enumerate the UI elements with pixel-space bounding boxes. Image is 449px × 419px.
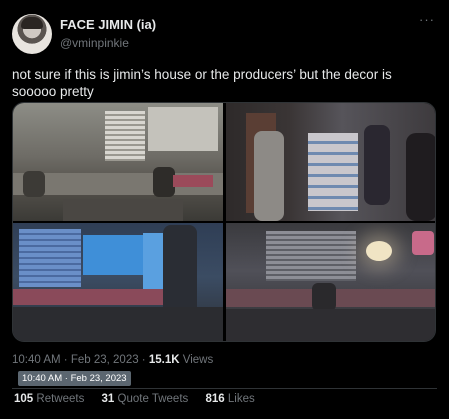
likes-label: Likes (227, 393, 255, 405)
meta-separator: · (138, 354, 149, 366)
views-count: 15.1K (148, 354, 180, 366)
retweets-label: Retweets (36, 393, 85, 405)
more-icon[interactable]: ··· (419, 12, 435, 27)
quote-tweets-stat[interactable]: 31 Quote Tweets (102, 393, 189, 405)
tweet-header: FACE JIMIN (ia) @vminpinkie ··· (12, 12, 437, 54)
media-grid (12, 102, 436, 342)
tweet-text: not sure if this is jimin’s house or the… (12, 67, 392, 99)
quote-tweets-label: Quote Tweets (117, 393, 189, 405)
photo-3[interactable] (13, 223, 223, 341)
tweet-meta: 10:40 AM · Feb 23, 2023 · 15.1K Views (12, 354, 213, 366)
avatar[interactable] (12, 14, 52, 54)
photo-4[interactable] (226, 223, 435, 341)
views-label: Views (179, 354, 214, 366)
retweets-stat[interactable]: 105 Retweets (14, 393, 84, 405)
timestamp-tooltip: 10:40 AM · Feb 23, 2023 (18, 371, 131, 386)
quote-tweets-count: 31 (101, 393, 115, 405)
likes-stat[interactable]: 816 Likes (205, 393, 254, 405)
tweet-time[interactable]: 10:40 AM (12, 354, 61, 366)
meta-separator: · (60, 354, 71, 366)
engagement-stats: 105 Retweets 31 Quote Tweets 816 Likes (14, 393, 269, 405)
likes-count: 816 (205, 393, 225, 405)
username-handle[interactable]: @vminpinkie (60, 36, 129, 50)
retweets-count: 105 (14, 393, 34, 405)
display-name[interactable]: FACE JIMIN (ia) (60, 17, 156, 32)
photo-2[interactable] (226, 103, 435, 221)
divider (12, 388, 437, 389)
tweet-date[interactable]: Feb 23, 2023 (71, 354, 139, 366)
photo-1[interactable] (13, 103, 223, 221)
